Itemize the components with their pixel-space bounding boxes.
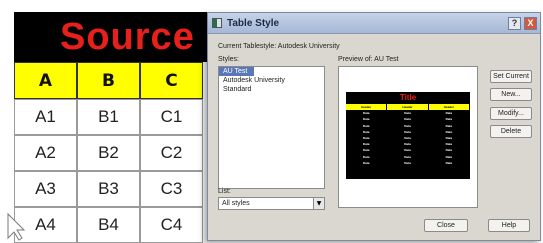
header-cell: B: [77, 62, 140, 99]
preview-table: Title Header Header Header Data Data Data Data…: [346, 92, 470, 179]
cursor-icon: [7, 212, 26, 241]
close-icon[interactable]: X: [524, 16, 537, 30]
table-cell: A1: [14, 99, 77, 135]
preview-data-cell: Data: [429, 159, 470, 166]
source-table-title: Source: [14, 12, 230, 62]
table-cell: A3: [14, 171, 77, 207]
table-cell: B4: [77, 207, 140, 243]
table-cell: C4: [140, 207, 203, 243]
modify-button[interactable]: Modify...: [490, 107, 532, 120]
table-row: A1 B1 C1: [14, 99, 230, 135]
preview-data-row: Data Data Data: [346, 159, 470, 166]
chevron-down-icon[interactable]: ▼: [313, 198, 324, 209]
current-style-label: Current Tablestyle: Autodesk University: [218, 43, 340, 50]
delete-button[interactable]: Delete: [490, 125, 532, 138]
list-label: List:: [218, 188, 231, 195]
header-cell: A: [14, 62, 77, 99]
preview-title: Title: [399, 93, 417, 102]
dialog-title: Table Style: [227, 17, 280, 29]
close-button[interactable]: Close: [424, 219, 468, 232]
table-row: A3 B3 C3: [14, 171, 230, 207]
table-row: A2 B2 C2: [14, 135, 230, 171]
new-button[interactable]: New...: [490, 88, 532, 101]
table-style-icon: [212, 18, 222, 28]
style-item-au-test[interactable]: AU Test: [219, 67, 254, 76]
source-table: Source A B C A1 B1 C1 A2 B2 C2 A3 B3 C3 …: [0, 0, 230, 243]
styles-label: Styles:: [218, 56, 240, 63]
table-cell: C3: [140, 171, 203, 207]
table-cell: C2: [140, 135, 203, 171]
style-item-standard[interactable]: Standard: [219, 85, 324, 94]
header-cell: C: [140, 62, 203, 99]
table-cell: B2: [77, 135, 140, 171]
set-current-button[interactable]: Set Current: [490, 70, 532, 83]
table-style-dialog: Table Style ? X Current Tablestyle: Auto…: [207, 12, 541, 241]
preview-data-cell: Data: [387, 159, 429, 166]
table-cell: B3: [77, 171, 140, 207]
dialog-titlebar[interactable]: Table Style ? X: [208, 13, 540, 34]
style-preview: Title Header Header Header Data Data Data Data…: [338, 66, 478, 208]
source-header-row: A B C: [14, 62, 230, 99]
list-filter-select[interactable]: All styles ▼: [218, 197, 325, 210]
preview-data-cell: Data: [346, 159, 388, 166]
table-cell: C1: [140, 99, 203, 135]
help-icon[interactable]: ?: [508, 16, 521, 30]
styles-list[interactable]: AU Test Autodesk University Standard: [218, 66, 325, 189]
list-filter-value: All styles: [222, 200, 250, 207]
table-cell: A2: [14, 135, 77, 171]
table-cell: B1: [77, 99, 140, 135]
table-row: A4 B4 C4: [14, 207, 230, 243]
preview-label: Preview of: AU Test: [338, 56, 399, 63]
help-button[interactable]: Help: [488, 219, 530, 232]
style-item-autodesk-university[interactable]: Autodesk University: [219, 76, 324, 85]
